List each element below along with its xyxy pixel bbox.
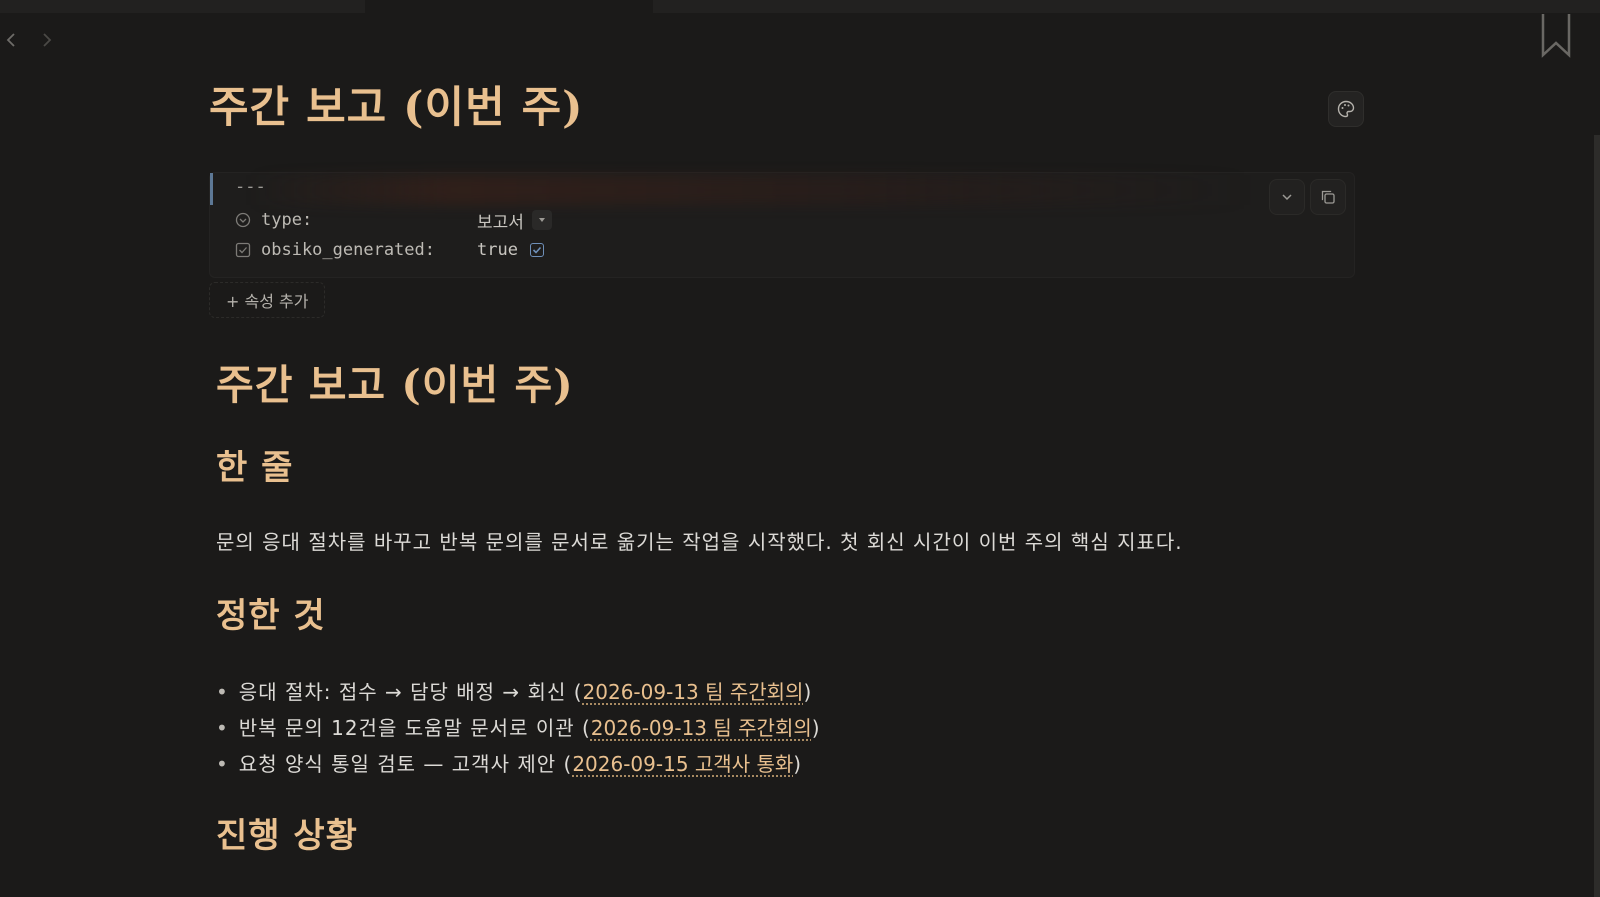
list-item-text: 반복 문의 12건을 도움말 문서로 이관 ( <box>238 716 591 740</box>
cursor-line-accent <box>210 173 213 205</box>
paragraph-summary: 문의 응대 절차를 바꾸고 반복 문의를 문서로 옮기는 작업을 시작했다. 첫… <box>216 530 1183 554</box>
nav-forward-button[interactable] <box>38 29 56 51</box>
list-item-text: 요청 양식 통일 검토 — 고객사 제안 ( <box>238 752 573 776</box>
property-key[interactable]: obsiko_generated: <box>261 240 477 260</box>
chevron-right-icon <box>43 33 52 47</box>
nav-back-button[interactable] <box>2 29 20 51</box>
bullet-dot: • <box>216 680 229 704</box>
internal-link[interactable]: 2026-09-13 팀 주간회의 <box>583 680 804 704</box>
list-item: • 응대 절차: 접수 → 담당 배정 → 회신 (2026-09-13 팀 주간… <box>216 674 821 710</box>
checkbox-icon <box>235 242 251 258</box>
property-value[interactable]: 보고서 <box>477 208 524 233</box>
properties-block: --- type: 보고서 obsiko_generated: true <box>209 172 1355 278</box>
heading-one-line: 한 줄 <box>216 448 294 488</box>
copy-icon <box>1321 190 1335 204</box>
copy-button[interactable] <box>1310 179 1346 215</box>
bullet-dot: • <box>216 716 229 740</box>
list-item-suffix: ) <box>811 716 821 740</box>
decided-list: • 응대 절차: 접수 → 담당 배정 → 회신 (2026-09-13 팀 주간… <box>216 674 821 782</box>
dropdown-button[interactable] <box>531 210 552 230</box>
property-key[interactable]: type: <box>261 210 477 230</box>
property-checkbox[interactable] <box>529 243 544 257</box>
add-property-button[interactable]: + 속성 추가 <box>209 282 326 318</box>
chevron-down-icon <box>1282 194 1292 201</box>
palette-icon <box>1337 100 1355 118</box>
heading-1: 주간 보고 (이번 주) <box>216 361 574 409</box>
property-row-obsiko-generated[interactable]: obsiko_generated: true <box>235 237 544 263</box>
frontmatter-marker[interactable]: --- <box>235 177 266 197</box>
list-item-suffix: ) <box>793 752 803 776</box>
caret-down-icon <box>538 218 545 222</box>
list-circle-icon <box>235 212 251 228</box>
list-item-text: 응대 절차: 접수 → 담당 배정 → 회신 ( <box>238 680 583 704</box>
checkmark-icon <box>532 246 542 254</box>
inline-title[interactable]: 주간 보고 (이번 주) <box>209 78 584 138</box>
list-item: • 요청 양식 통일 검토 — 고객사 제안 (2026-09-15 고객사 통화… <box>216 746 821 782</box>
scrollbar-thumb[interactable] <box>1594 135 1600 897</box>
bookmark-icon[interactable] <box>1540 12 1572 58</box>
property-row-type[interactable]: type: 보고서 <box>235 207 552 233</box>
properties-highlight <box>250 175 1250 205</box>
property-value[interactable]: true <box>477 240 518 260</box>
list-item-suffix: ) <box>803 680 813 704</box>
heading-progress: 진행 상황 <box>216 816 358 856</box>
collapse-button[interactable] <box>1269 179 1305 215</box>
tab-strip <box>0 0 1600 13</box>
internal-link[interactable]: 2026-09-15 고객사 통화 <box>572 752 793 776</box>
list-item: • 반복 문의 12건을 도움말 문서로 이관 (2026-09-13 팀 주간회… <box>216 710 821 746</box>
bullet-dot: • <box>216 752 229 776</box>
palette-button[interactable] <box>1328 91 1364 127</box>
chevron-left-icon <box>6 33 15 47</box>
active-tab[interactable] <box>365 0 653 13</box>
heading-decided: 정한 것 <box>216 596 326 636</box>
internal-link[interactable]: 2026-09-13 팀 주간회의 <box>591 716 812 740</box>
